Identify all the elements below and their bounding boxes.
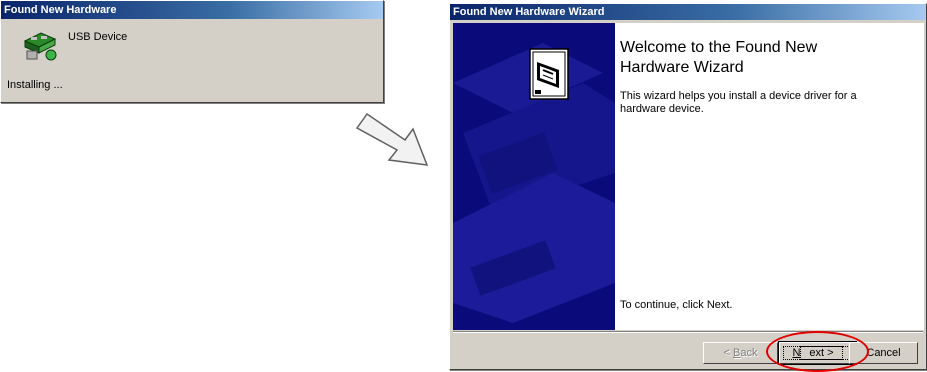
wizard-heading: Welcome to the Found New Hardware Wizard [620, 39, 818, 76]
found-new-hardware-popup: Found New Hardware USB Device Installing… [0, 0, 384, 103]
arrow-right-down-icon [355, 112, 429, 166]
back-button[interactable]: < Back [703, 342, 778, 364]
wizard-title: Found New Hardware Wizard [450, 4, 926, 20]
hardware-card-icon [529, 48, 569, 100]
install-status: Installing ... [7, 79, 63, 91]
found-new-hardware-wizard: Found New Hardware Wizard Welcome to the [449, 3, 927, 372]
wizard-description: This wizard helps you install a device d… [620, 90, 857, 115]
popup-title: Found New Hardware [1, 1, 383, 19]
continue-instruction: To continue, click Next. [620, 299, 733, 311]
device-label: USB Device [68, 31, 128, 43]
button-separator [453, 331, 923, 333]
hardware-device-icon [23, 32, 57, 61]
next-button[interactable]: Next > [778, 341, 857, 365]
wizard-content: Welcome to the Found New Hardware Wizard… [453, 23, 924, 330]
cancel-button[interactable]: Cancel [849, 342, 918, 364]
wizard-side-panel [453, 23, 615, 330]
